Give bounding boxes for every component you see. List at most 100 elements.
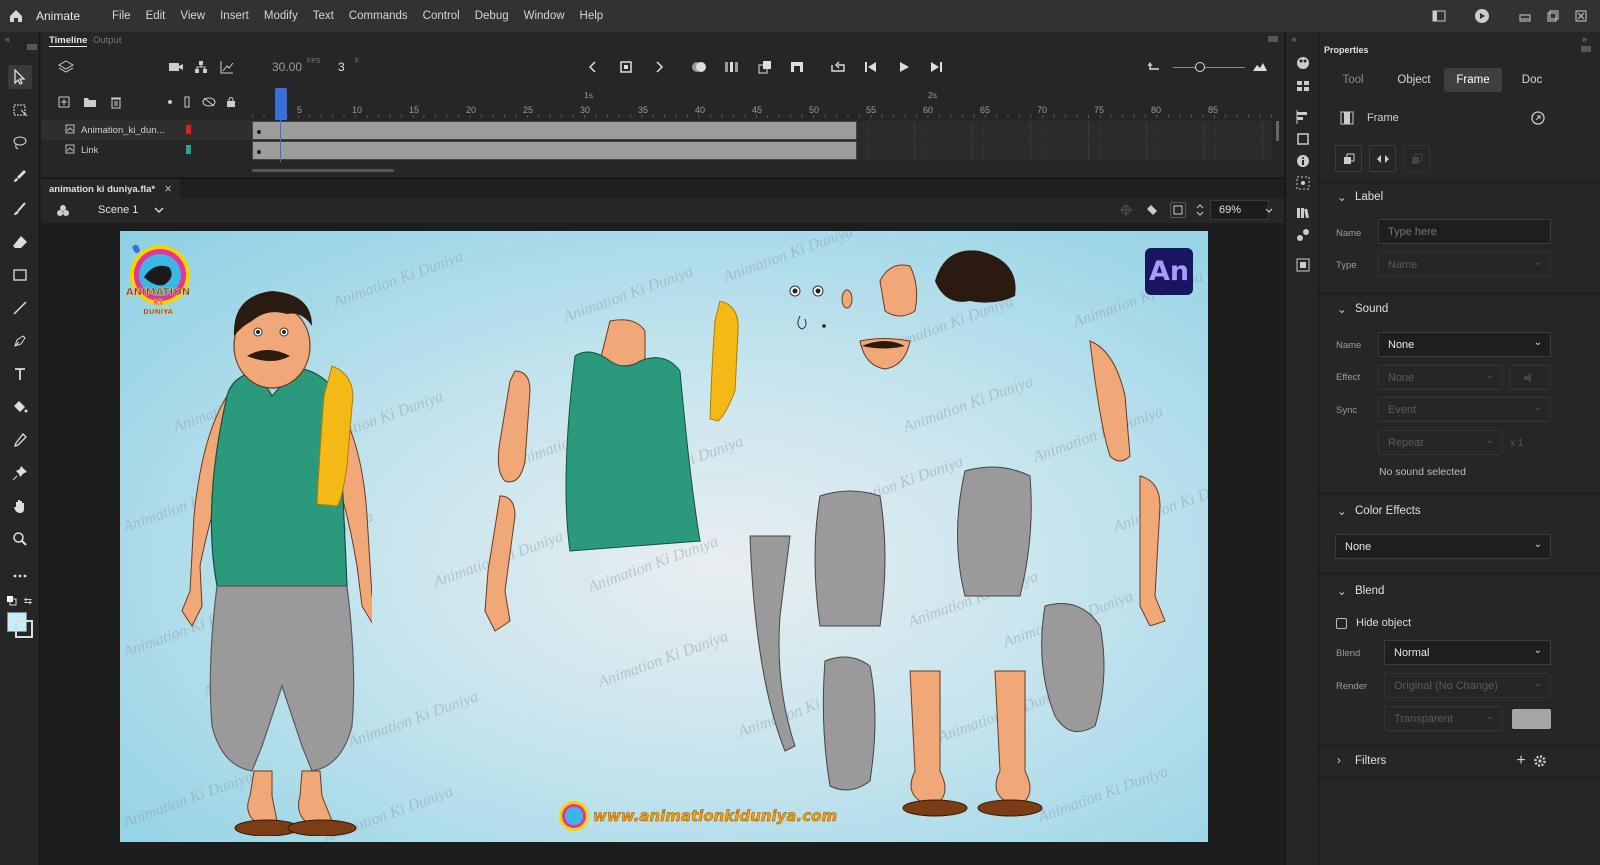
close-window-icon[interactable] <box>1570 7 1592 25</box>
default-colors-icon[interactable] <box>6 595 18 607</box>
brush-tool-icon[interactable] <box>8 197 32 221</box>
properties-title[interactable]: Properties <box>1324 45 1369 55</box>
character-arm-parts[interactable] <box>1085 336 1175 626</box>
frame-span[interactable] <box>252 121 857 140</box>
hand-tool-icon[interactable] <box>8 494 32 518</box>
restore-icon[interactable] <box>1542 7 1564 25</box>
paint-bucket-tool-icon[interactable] <box>8 395 32 419</box>
layers-icon[interactable] <box>57 58 75 76</box>
menu-view[interactable]: View <box>180 10 205 22</box>
swap-symbol-button[interactable] <box>1369 145 1396 172</box>
layer-parenting-icon[interactable] <box>192 58 210 76</box>
insert-keyframe-icon[interactable] <box>617 58 635 76</box>
selection-tool-icon[interactable] <box>8 65 32 89</box>
keyframe-dot[interactable] <box>257 150 261 154</box>
rectangle-tool-icon[interactable] <box>8 263 32 287</box>
tab-output[interactable]: Output <box>93 35 122 46</box>
onion-skin-outline-icon[interactable] <box>723 58 741 76</box>
blend-mode-select[interactable]: Normal ⌄ <box>1384 640 1551 665</box>
paint-brush-tool-icon[interactable] <box>8 164 32 188</box>
render-select[interactable]: Original (No Change) ⌄ <box>1384 673 1551 698</box>
current-frame-value[interactable]: 3 <box>338 60 345 74</box>
render-color-swatch[interactable] <box>1512 709 1551 729</box>
frame-ruler[interactable]: 1s 2s 5 10 15 20 25 30 35 40 45 50 55 60… <box>252 88 1284 118</box>
edit-sound-button[interactable] <box>1509 365 1551 390</box>
center-stage-icon[interactable] <box>1119 203 1133 217</box>
render-background-select[interactable]: Transparent ⌄ <box>1384 706 1503 731</box>
pin-tool-icon[interactable] <box>8 461 32 485</box>
character-body-parts[interactable] <box>470 301 760 651</box>
previous-keyframe-icon[interactable] <box>584 58 602 76</box>
menu-help[interactable]: Help <box>580 10 604 22</box>
blend-section-header[interactable]: ⌄ Blend <box>1337 584 1384 598</box>
add-filter-icon[interactable]: + <box>1514 752 1528 769</box>
tab-timeline[interactable]: Timeline <box>49 35 88 47</box>
empty-frames[interactable] <box>857 141 1272 160</box>
collapse-icon[interactable]: « <box>5 34 10 44</box>
fps-value[interactable]: 30.00 <box>272 60 302 74</box>
sound-name-select[interactable]: None ⌄ <box>1378 332 1551 357</box>
filter-settings-gear-icon[interactable] <box>1533 754 1547 768</box>
lasso-tool-icon[interactable] <box>8 131 32 155</box>
label-type-select[interactable]: Name ⌄ <box>1378 252 1551 277</box>
play-icon[interactable] <box>895 58 913 76</box>
collapse-dock-icon[interactable]: « <box>1289 34 1299 44</box>
scene-name[interactable]: Scene 1 <box>98 204 138 216</box>
stage-canvas[interactable]: Animation Ki Duniya Animation Ki Duniya … <box>120 231 1208 842</box>
tab-doc[interactable]: Doc <box>1504 68 1560 92</box>
frame-grid[interactable] <box>252 119 1284 161</box>
line-tool-icon[interactable] <box>8 296 32 320</box>
frame-help-icon[interactable] <box>1530 110 1546 126</box>
free-transform-tool-icon[interactable] <box>8 98 32 122</box>
step-forward-icon[interactable] <box>927 58 945 76</box>
sound-repeat-select[interactable]: Repeat ⌄ <box>1378 430 1503 455</box>
home-icon[interactable] <box>2 0 30 32</box>
info-panel-icon[interactable] <box>1294 152 1312 170</box>
sound-section-header[interactable]: ⌄ Sound <box>1337 302 1388 316</box>
menu-commands[interactable]: Commands <box>349 10 408 22</box>
fit-frames-icon[interactable] <box>1251 58 1269 76</box>
text-tool-icon[interactable] <box>8 362 32 386</box>
label-section-header[interactable]: ⌄ Label <box>1337 190 1383 204</box>
menu-control[interactable]: Control <box>423 10 460 22</box>
timeline-vertical-scrollbar[interactable] <box>1276 121 1279 141</box>
assets-panel-icon[interactable] <box>1294 226 1312 244</box>
lock-icon[interactable] <box>224 95 238 109</box>
filters-section-header[interactable]: › Filters <box>1337 755 1386 767</box>
next-keyframe-icon[interactable] <box>650 58 668 76</box>
stroke-color-swatch[interactable] <box>15 620 33 638</box>
scene-dropdown-icon[interactable] <box>153 204 165 216</box>
color-effects-header[interactable]: ⌄ Color Effects <box>1337 504 1421 518</box>
hide-object-checkbox[interactable] <box>1336 618 1347 629</box>
eraser-tool-icon[interactable] <box>8 230 32 254</box>
tab-frame[interactable]: Frame <box>1444 68 1502 92</box>
frame-row[interactable] <box>252 141 1272 160</box>
insert-frame-icon[interactable] <box>788 58 806 76</box>
components-panel-icon[interactable] <box>1294 174 1312 192</box>
highlight-layers-icon[interactable] <box>165 95 175 109</box>
label-name-input[interactable] <box>1378 219 1551 244</box>
scene-icon[interactable] <box>55 203 71 219</box>
code-snippets-icon[interactable] <box>1294 256 1312 274</box>
align-panel-icon[interactable] <box>1294 108 1312 126</box>
color-panel-icon[interactable] <box>1294 54 1312 72</box>
playhead[interactable] <box>275 88 287 120</box>
workspace-layout-icon[interactable] <box>1428 7 1450 25</box>
layer-color-swatch[interactable] <box>186 145 191 154</box>
close-tab-icon[interactable]: ✕ <box>164 184 172 195</box>
new-folder-icon[interactable] <box>83 95 97 109</box>
frame-row[interactable] <box>252 121 1272 140</box>
character-head-parts[interactable] <box>780 241 1040 381</box>
menu-insert[interactable]: Insert <box>220 10 249 22</box>
convert-to-keyframe-button[interactable] <box>1335 145 1362 172</box>
panel-menu-icon[interactable] <box>1268 36 1278 42</box>
sound-repeat-count[interactable]: x 1 <box>1510 438 1523 449</box>
menu-file[interactable]: File <box>112 10 131 22</box>
expand-panel-icon[interactable]: » <box>1582 34 1587 44</box>
properties-menu-icon[interactable] <box>1581 46 1591 52</box>
minimize-icon[interactable] <box>1514 7 1536 25</box>
new-layer-icon[interactable] <box>57 95 71 109</box>
visibility-icon[interactable] <box>201 95 217 109</box>
swatches-panel-icon[interactable] <box>1294 77 1312 95</box>
tab-tool[interactable]: Tool <box>1327 68 1379 92</box>
